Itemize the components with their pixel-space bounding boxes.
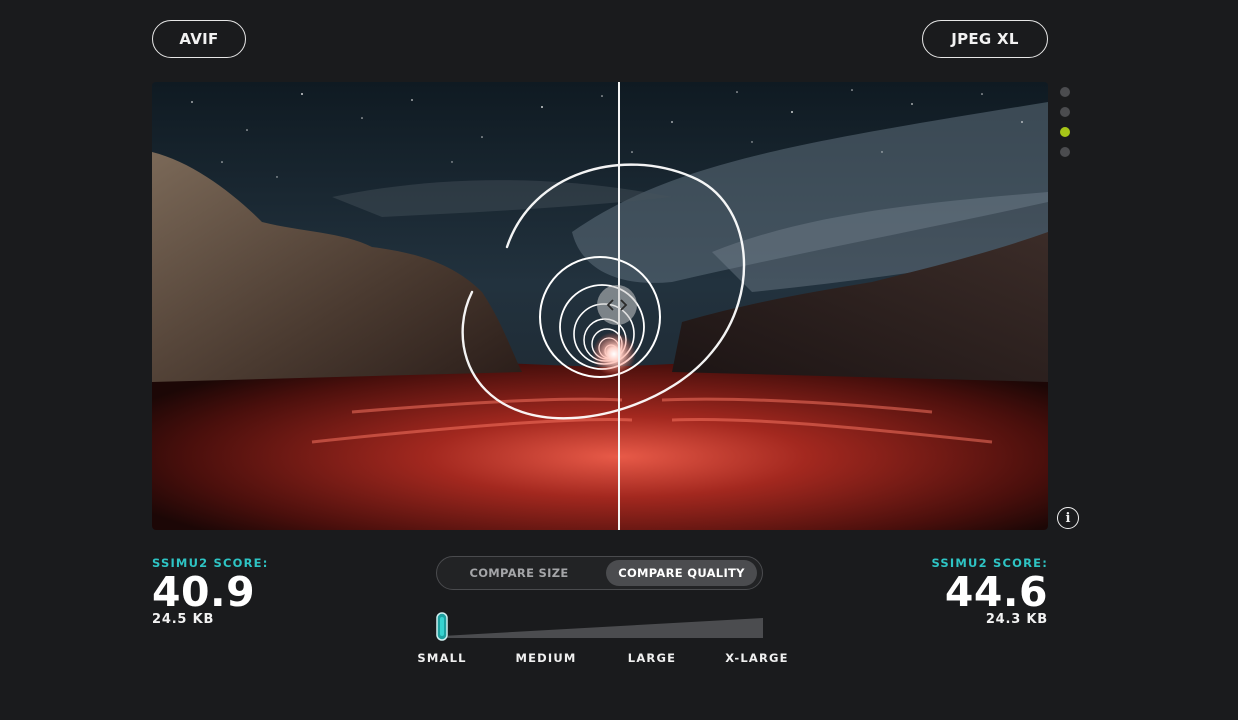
right-format-button[interactable]: JPEG XL — [922, 20, 1048, 58]
image-dot-4[interactable] — [1060, 147, 1070, 157]
comparison-viewer[interactable] — [152, 82, 1048, 530]
divider-handle[interactable] — [597, 285, 637, 325]
image-dot-2[interactable] — [1060, 107, 1070, 117]
image-dot-3[interactable] — [1060, 127, 1070, 137]
left-score-value: 40.9 — [152, 568, 256, 616]
size-label-medium[interactable]: MEDIUM — [515, 651, 576, 665]
right-score-value: 44.6 — [944, 568, 1048, 616]
size-slider[interactable] — [436, 612, 763, 642]
image-dot-1[interactable] — [1060, 87, 1070, 97]
size-label-x-large[interactable]: X-LARGE — [725, 651, 788, 665]
slider-track[interactable] — [442, 618, 763, 638]
left-format-button[interactable]: AVIF — [152, 20, 246, 58]
drag-arrows-icon — [606, 299, 628, 311]
slider-thumb-inner — [440, 617, 444, 636]
size-label-small[interactable]: SMALL — [417, 651, 466, 665]
info-icon[interactable]: i — [1057, 507, 1079, 529]
image-selector-dots — [1060, 87, 1070, 167]
size-label-large[interactable]: LARGE — [628, 651, 676, 665]
left-score-panel: SSIMU2 SCORE: 40.9 24.5 KB — [152, 556, 269, 627]
size-labels: SMALL MEDIUM LARGE X-LARGE — [0, 651, 1238, 667]
compare-mode-toggle: COMPARE SIZE COMPARE QUALITY — [436, 556, 763, 590]
compare-quality-option[interactable]: COMPARE QUALITY — [606, 560, 757, 586]
right-score-panel: SSIMU2 SCORE: 44.6 24.3 KB — [931, 556, 1048, 627]
compare-size-option[interactable]: COMPARE SIZE — [440, 560, 598, 586]
